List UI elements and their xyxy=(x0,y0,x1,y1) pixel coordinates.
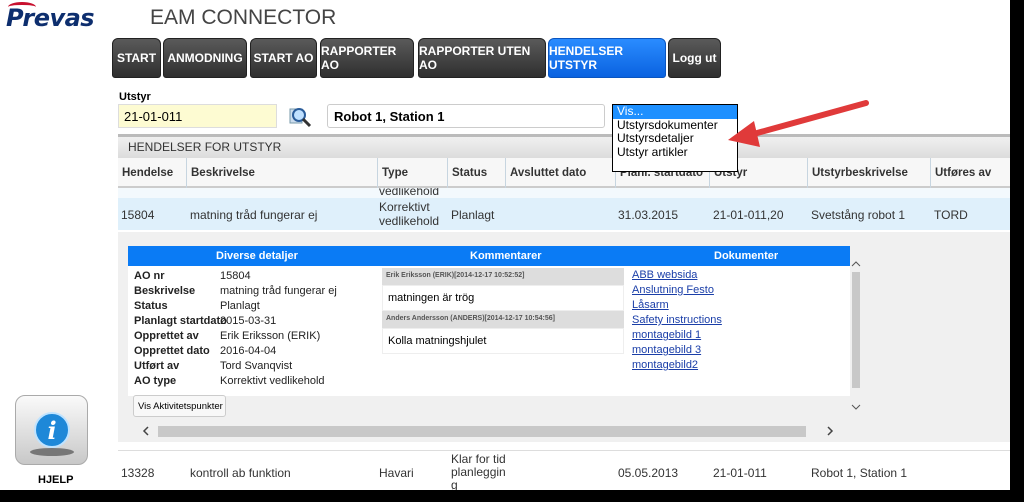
vis-aktivitetspunkter-button[interactable]: Vis Aktivitetspunkter xyxy=(133,395,226,417)
horizontal-scrollbar[interactable] xyxy=(140,424,852,438)
col-status[interactable]: Status xyxy=(447,158,491,188)
col-utfores[interactable]: Utføres av xyxy=(930,158,995,188)
comment-text: Kolla matningshjulet xyxy=(382,328,624,354)
document-link[interactable]: montagebild2 xyxy=(632,359,698,371)
nav-rapporter-uten-ao[interactable]: RAPPORTER UTEN AO xyxy=(418,38,546,78)
nav-hendelser-utstyr[interactable]: HENDELSER UTSTYR xyxy=(548,38,666,78)
dropdown-option[interactable]: Utstyrsdetaljer xyxy=(613,132,737,146)
nav-rapporter-ao[interactable]: RAPPORTER AO xyxy=(320,38,414,78)
utstyr-label: Utstyr xyxy=(119,91,151,103)
detail-panel-header: Diverse detaljer Kommentarer Dokumenter xyxy=(128,246,850,266)
document-link[interactable]: Anslutning Festo xyxy=(632,284,714,296)
screen-border xyxy=(0,490,1024,502)
col-beskrivelse[interactable]: Beskrivelse xyxy=(186,158,259,188)
field-value: matning tråd fungerar ej xyxy=(220,285,337,297)
screen-border xyxy=(1010,0,1024,502)
nav-logg-ut[interactable]: Logg ut xyxy=(668,38,721,78)
document-link[interactable]: ABB websida xyxy=(632,269,697,281)
field-label: AO nr xyxy=(134,270,165,282)
arrow-annotation-icon xyxy=(728,100,869,147)
logo: Prevas xyxy=(6,4,95,32)
nav-anmodning[interactable]: ANMODNING xyxy=(163,38,247,78)
table-row[interactable]: 13328 kontroll ab funktion Havari Klar f… xyxy=(118,450,1010,492)
document-link[interactable]: Safety instructions xyxy=(632,314,722,326)
header-diverse: Diverse detaljer xyxy=(216,250,298,262)
field-label: Opprettet av xyxy=(134,330,199,342)
help-button[interactable]: i xyxy=(15,395,88,465)
nav-start[interactable]: START xyxy=(112,38,161,78)
field-label: Utført av xyxy=(134,360,180,372)
document-link[interactable]: Låsarm xyxy=(632,299,669,311)
field-label: Planlagt startdato xyxy=(134,315,227,327)
vertical-scrollbar[interactable] xyxy=(850,250,862,420)
field-label: Status xyxy=(134,300,168,312)
search-icon[interactable] xyxy=(288,106,312,128)
detail-panel: Diverse detaljer Kommentarer Dokumenter … xyxy=(128,246,850,442)
dropdown-option[interactable]: Vis... xyxy=(613,105,737,119)
field-value: Erik Eriksson (ERIK) xyxy=(220,330,321,342)
field-label: AO type xyxy=(134,375,177,387)
field-value: Planlagt xyxy=(220,300,260,312)
help-label: HJELP xyxy=(38,474,74,486)
col-hendelse[interactable]: Hendelse xyxy=(118,158,177,188)
table-row-partial[interactable]: vedlikehold xyxy=(118,188,1010,198)
app-title: EAM CONNECTOR xyxy=(150,6,337,29)
col-type[interactable]: Type xyxy=(377,158,412,188)
field-value: 15804 xyxy=(220,270,251,282)
col-avsluttet[interactable]: Avsluttet dato xyxy=(505,158,590,188)
nav-start-ao[interactable]: START AO xyxy=(250,38,317,78)
field-value: 2015-03-31 xyxy=(220,315,277,327)
dropdown-option[interactable]: Utstyrsdokumenter xyxy=(613,118,737,133)
document-link[interactable]: montagebild 3 xyxy=(632,344,701,356)
table-header: Hendelse Beskrivelse Type Status Avslutt… xyxy=(118,158,1010,188)
svg-text:i: i xyxy=(47,416,56,445)
detail-panel-body: AO nr 15804 Beskrivelse matning tråd funger… xyxy=(128,266,850,396)
header-dokumenter: Dokumenter xyxy=(714,250,779,262)
comment-text: matningen är trög xyxy=(382,285,624,311)
field-value: 2016-04-04 xyxy=(220,345,277,357)
equipment-description-field: Robot 1, Station 1 xyxy=(327,104,605,128)
document-link[interactable]: montagebild 1 xyxy=(632,329,701,341)
table-row[interactable]: 15804 matning tråd fungerar ej Korrektiv… xyxy=(118,198,1010,230)
comment-author: Erik Eriksson (ERIK)[2014-12-17 10:52:52… xyxy=(382,268,624,285)
field-value: Tord Svanqvist xyxy=(220,360,293,372)
field-value: Korrektivt vedlikehold xyxy=(220,375,325,387)
utstyr-input[interactable]: 21-01-011 xyxy=(118,104,277,128)
field-label: Opprettet dato xyxy=(134,345,210,357)
info-icon: i xyxy=(30,412,74,456)
col-utstyrbeskrivelse[interactable]: Utstyrbeskrivelse xyxy=(807,158,912,188)
field-label: Beskrivelse xyxy=(134,285,196,297)
dropdown-option[interactable]: Utstyr artikler xyxy=(613,145,737,160)
header-kommentarer: Kommentarer xyxy=(470,250,542,262)
comment-author: Anders Andersson (ANDERS)[2014-12-17 10:… xyxy=(382,311,624,328)
